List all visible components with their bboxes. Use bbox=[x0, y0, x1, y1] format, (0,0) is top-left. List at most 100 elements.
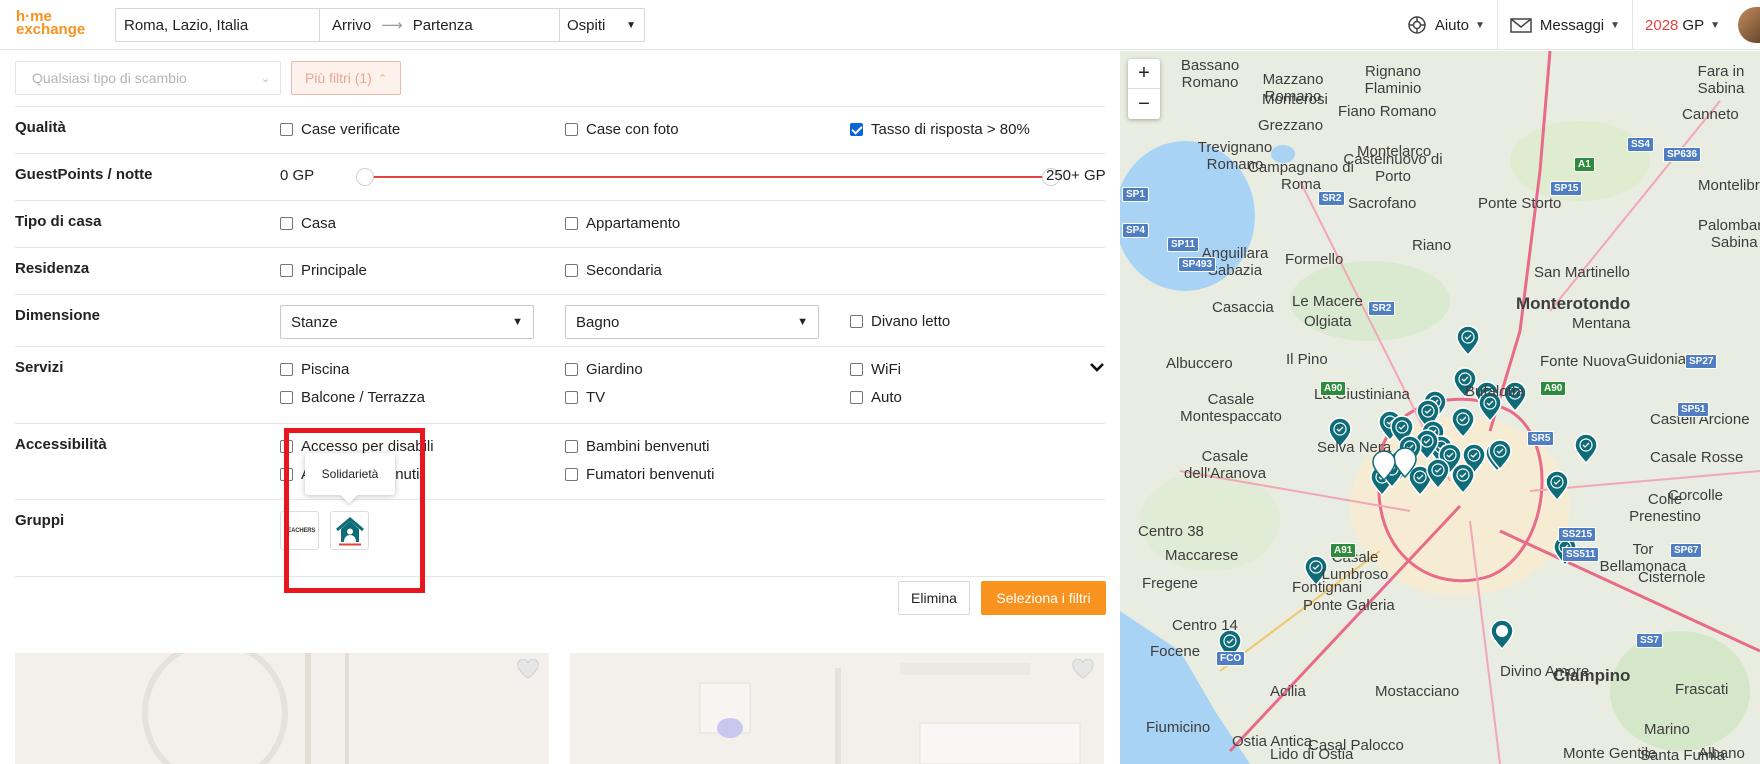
checkbox-verified-homes[interactable]: Case verificate bbox=[280, 121, 400, 138]
top-right-nav: Aiuto ▼ Messaggi ▼ 2028 GP ▼ bbox=[1395, 0, 1760, 50]
exchange-type-placeholder: Qualsiasi tipo di scambio bbox=[32, 70, 187, 86]
slider-min-handle[interactable] bbox=[356, 168, 374, 186]
checkbox-secondary[interactable]: Secondaria bbox=[565, 262, 662, 279]
date-range-input[interactable]: Arrivo ⟶ Partenza bbox=[320, 9, 560, 41]
checkbox-pool[interactable]: Piscina bbox=[280, 361, 349, 378]
more-filters-button[interactable]: Più filtri (1) ⌃ bbox=[291, 61, 401, 95]
checkbox-primary[interactable]: Principale bbox=[280, 262, 367, 279]
checkbox-checked[interactable] bbox=[850, 123, 863, 136]
checkbox-tv[interactable]: TV bbox=[565, 389, 605, 406]
road-shield: A91 bbox=[1330, 543, 1357, 558]
checkbox-smokers-welcome[interactable]: Fumatori benvenuti bbox=[565, 466, 714, 483]
map-place-label: Fregene bbox=[1142, 575, 1198, 592]
option-label: Tasso di risposta > 80% bbox=[871, 121, 1030, 138]
checkbox[interactable] bbox=[565, 264, 578, 277]
checkbox[interactable] bbox=[280, 391, 293, 404]
checkbox[interactable] bbox=[280, 363, 293, 376]
checkbox-car[interactable]: Auto bbox=[850, 389, 902, 406]
checkbox[interactable] bbox=[280, 123, 293, 136]
option-label: Case con foto bbox=[586, 121, 679, 138]
map-place-label: Riano bbox=[1412, 237, 1452, 254]
favorite-heart-icon[interactable] bbox=[1072, 659, 1094, 679]
checkbox[interactable] bbox=[280, 217, 293, 230]
checkbox-wifi[interactable]: WiFi bbox=[850, 361, 901, 378]
chevron-down-icon[interactable] bbox=[1090, 363, 1104, 373]
option-label: Appartamento bbox=[586, 215, 681, 232]
map-place-label: Fiumicino bbox=[1146, 719, 1211, 736]
guests-select[interactable]: Ospiti ▼ bbox=[560, 9, 644, 41]
checkbox[interactable] bbox=[565, 391, 578, 404]
help-menu[interactable]: Aiuto ▼ bbox=[1395, 0, 1497, 50]
checkbox-sofa-bed[interactable]: Divano letto bbox=[850, 313, 950, 330]
location-input[interactable]: Roma, Lazio, Italia bbox=[116, 9, 320, 41]
road-shield: SP67 bbox=[1670, 543, 1703, 558]
map-place-label: Casale dell'Aranova bbox=[1183, 448, 1267, 482]
road-shield: SP636 bbox=[1663, 147, 1702, 162]
option-label: Balcone / Terrazza bbox=[301, 389, 425, 406]
option-label: Bambini benvenuti bbox=[586, 438, 710, 455]
avatar[interactable] bbox=[1738, 7, 1760, 43]
location-value: Roma, Lazio, Italia bbox=[124, 16, 249, 34]
checkbox-response-rate[interactable]: Tasso di risposta > 80% bbox=[850, 121, 1030, 138]
map-place-label: Casaccia bbox=[1212, 299, 1274, 316]
map-place-label: Centro 38 bbox=[1138, 523, 1204, 540]
checkbox[interactable] bbox=[565, 123, 578, 136]
checkbox[interactable] bbox=[565, 217, 578, 230]
map-place-label: Guidonia bbox=[1626, 351, 1687, 368]
checkbox-balcony[interactable]: Balcone / Terrazza bbox=[280, 389, 425, 406]
listing-card[interactable] bbox=[15, 653, 549, 764]
rooms-value: Stanze bbox=[291, 313, 338, 331]
apply-filters-button[interactable]: Seleziona i filtri bbox=[981, 581, 1106, 615]
map-place-label: Fontignani bbox=[1292, 579, 1363, 596]
filters-toolbar: Qualsiasi tipo di scambio ⌄ Più filtri (… bbox=[15, 61, 401, 95]
map-place-label: Ciampino bbox=[1553, 666, 1631, 685]
home-type-label: Tipo di casa bbox=[15, 213, 102, 230]
listing-card[interactable] bbox=[570, 653, 1104, 764]
checkbox-house[interactable]: Casa bbox=[280, 215, 336, 232]
checkbox-garden[interactable]: Giardino bbox=[565, 361, 643, 378]
favorite-heart-icon[interactable] bbox=[517, 659, 539, 679]
checkbox[interactable] bbox=[850, 315, 863, 328]
option-label: Auto bbox=[871, 389, 902, 406]
option-label: Piscina bbox=[301, 361, 350, 378]
checkbox[interactable] bbox=[280, 264, 293, 277]
checkbox[interactable] bbox=[850, 363, 863, 376]
homeexchange-logo[interactable]: h·me exchange bbox=[16, 9, 86, 38]
map-place-label: Centro 14 bbox=[1172, 617, 1238, 634]
gp-range-slider[interactable] bbox=[356, 168, 1060, 186]
checkbox-homes-with-photos[interactable]: Case con foto bbox=[565, 121, 679, 138]
zoom-out-button[interactable]: − bbox=[1128, 89, 1160, 119]
map[interactable]: + − Bassano Romano Mazzano Romano Rignano … bbox=[1120, 51, 1760, 764]
checkbox[interactable] bbox=[565, 363, 578, 376]
rooms-select[interactable]: Stanze ▼ bbox=[280, 305, 534, 339]
guestpoints-menu[interactable]: 2028 GP ▼ bbox=[1632, 0, 1732, 50]
checkbox[interactable] bbox=[565, 440, 578, 453]
map-place-label: Ponte Storto bbox=[1478, 195, 1562, 212]
map-place-label: Mentana bbox=[1572, 315, 1631, 332]
map-place-label: Marino bbox=[1644, 721, 1690, 738]
map-place-label: Rignano Flaminio bbox=[1364, 63, 1422, 97]
services-label: Servizi bbox=[15, 359, 64, 376]
map-place-label: Mostacciano bbox=[1375, 683, 1460, 700]
arrival-date[interactable]: Arrivo bbox=[332, 17, 371, 34]
road-shield: SP4 bbox=[1122, 223, 1149, 238]
map-place-label: Fara in Sabina bbox=[1697, 63, 1745, 97]
departure-date[interactable]: Partenza bbox=[413, 17, 473, 34]
checkbox[interactable] bbox=[565, 468, 578, 481]
checkbox-children-welcome[interactable]: Bambini benvenuti bbox=[565, 438, 709, 455]
option-label: Case verificate bbox=[301, 121, 401, 138]
road-shield: SP11 bbox=[1167, 237, 1199, 252]
bathroom-select[interactable]: Bagno ▼ bbox=[565, 305, 819, 339]
map-place-label: Monterosi bbox=[1262, 91, 1328, 108]
option-label: WiFi bbox=[871, 361, 901, 378]
logo-line-2: exchange bbox=[16, 21, 86, 38]
messages-menu[interactable]: Messaggi ▼ bbox=[1496, 0, 1632, 50]
map-place-label: Sacrofano bbox=[1348, 195, 1417, 212]
clear-button[interactable]: Elimina bbox=[898, 581, 970, 615]
guests-value: Ospiti bbox=[567, 16, 606, 34]
checkbox[interactable] bbox=[850, 391, 863, 404]
exchange-type-select[interactable]: Qualsiasi tipo di scambio ⌄ bbox=[15, 61, 281, 95]
filter-row-quality: Qualità Case verificate Case con foto Ta… bbox=[15, 106, 1105, 153]
checkbox-apartment[interactable]: Appartamento bbox=[565, 215, 680, 232]
option-label: Casa bbox=[301, 215, 337, 232]
